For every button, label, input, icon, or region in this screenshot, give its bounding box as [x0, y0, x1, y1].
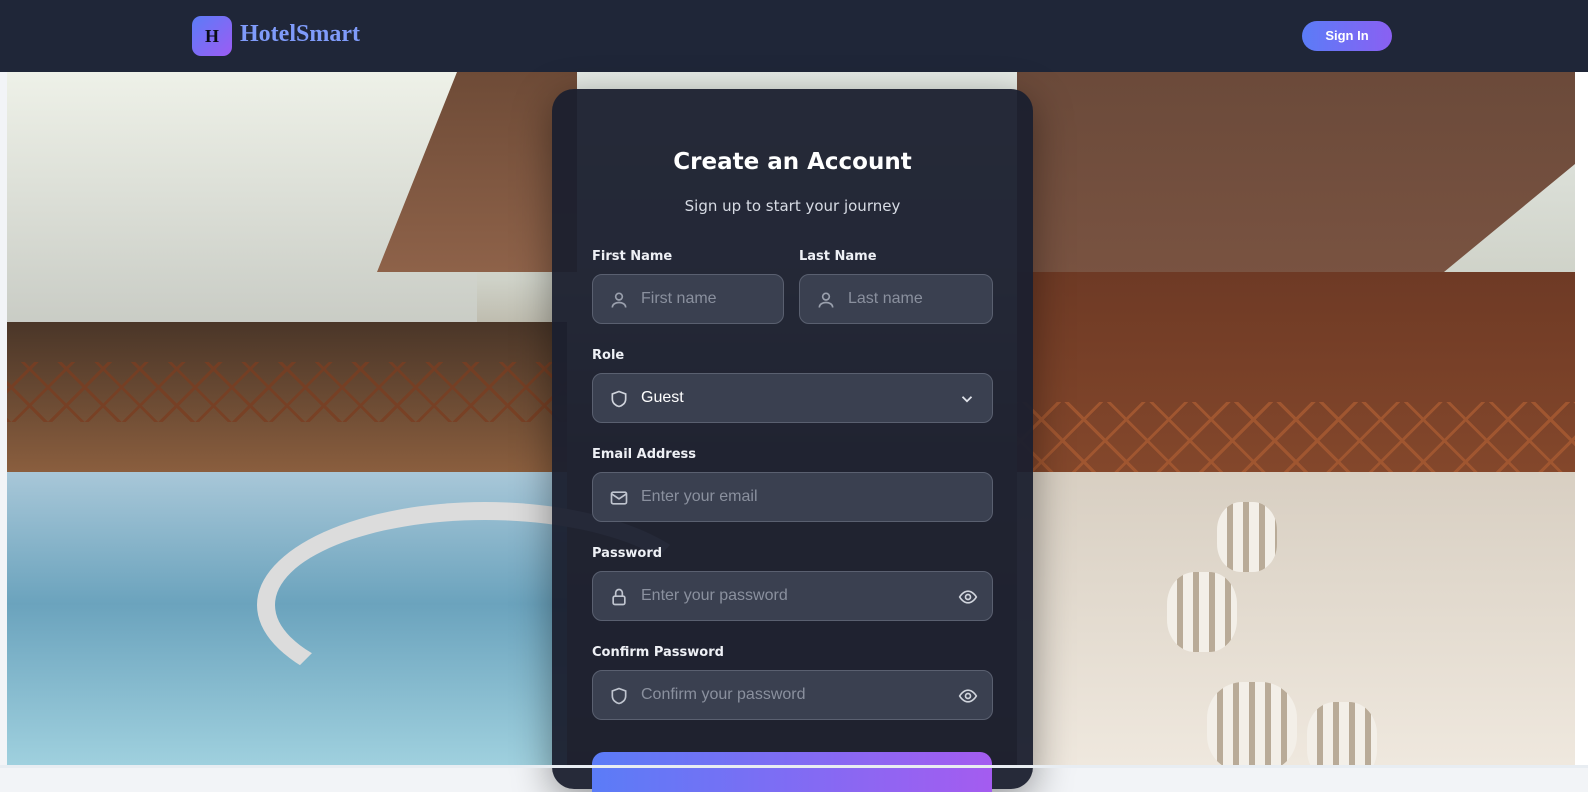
- first-name-field[interactable]: First name: [592, 274, 784, 324]
- first-name-placeholder: First name: [641, 290, 717, 307]
- role-label: Role: [592, 348, 625, 363]
- email-field[interactable]: Enter your email: [592, 472, 993, 522]
- eye-icon[interactable]: [958, 686, 978, 706]
- email-label: Email Address: [592, 447, 697, 462]
- pillow: [1307, 702, 1377, 765]
- role-select[interactable]: Guest: [592, 373, 993, 423]
- railing-left: [7, 362, 567, 422]
- sun-loungers: [1017, 472, 1575, 765]
- page-edge: [1575, 72, 1588, 765]
- roof-right: [1017, 72, 1575, 302]
- logo-icon[interactable]: H: [192, 16, 232, 56]
- user-icon: [611, 292, 627, 308]
- last-name-label: Last Name: [799, 249, 877, 264]
- top-navbar: H HotelSmart Sign In: [0, 0, 1588, 72]
- email-placeholder: Enter your email: [641, 488, 758, 505]
- pillow: [1217, 502, 1277, 572]
- password-field[interactable]: Enter your password: [592, 571, 993, 621]
- sign-in-button[interactable]: Sign In: [1302, 21, 1392, 51]
- pillow: [1207, 682, 1297, 765]
- pillow: [1167, 572, 1237, 652]
- confirm-password-label: Confirm Password: [592, 645, 724, 660]
- first-name-label: First Name: [592, 249, 673, 264]
- form-title: Create an Account: [673, 149, 912, 175]
- signup-card: Create an Account Sign up to start your …: [552, 89, 1033, 792]
- form-subtitle: Sign up to start your journey: [684, 197, 901, 215]
- railing-right: [1017, 402, 1575, 482]
- logo-letter: H: [204, 25, 219, 46]
- last-name-field[interactable]: Last name: [799, 274, 993, 324]
- brand-name[interactable]: HotelSmart: [240, 21, 360, 48]
- confirm-password-field[interactable]: Confirm your password: [592, 670, 993, 720]
- shield-icon: [611, 390, 627, 408]
- confirm-password-placeholder: Confirm your password: [641, 686, 806, 703]
- last-name-placeholder: Last name: [848, 290, 923, 307]
- lock-icon: [612, 588, 626, 606]
- eye-icon[interactable]: [958, 587, 978, 607]
- mail-icon: [610, 491, 628, 505]
- shield-icon: [611, 687, 627, 705]
- user-icon: [818, 292, 834, 308]
- create-account-button[interactable]: [592, 752, 992, 792]
- role-value: Guest: [641, 389, 684, 406]
- password-placeholder: Enter your password: [641, 587, 788, 604]
- password-label: Password: [592, 546, 663, 561]
- chevron-down-icon[interactable]: [958, 390, 976, 408]
